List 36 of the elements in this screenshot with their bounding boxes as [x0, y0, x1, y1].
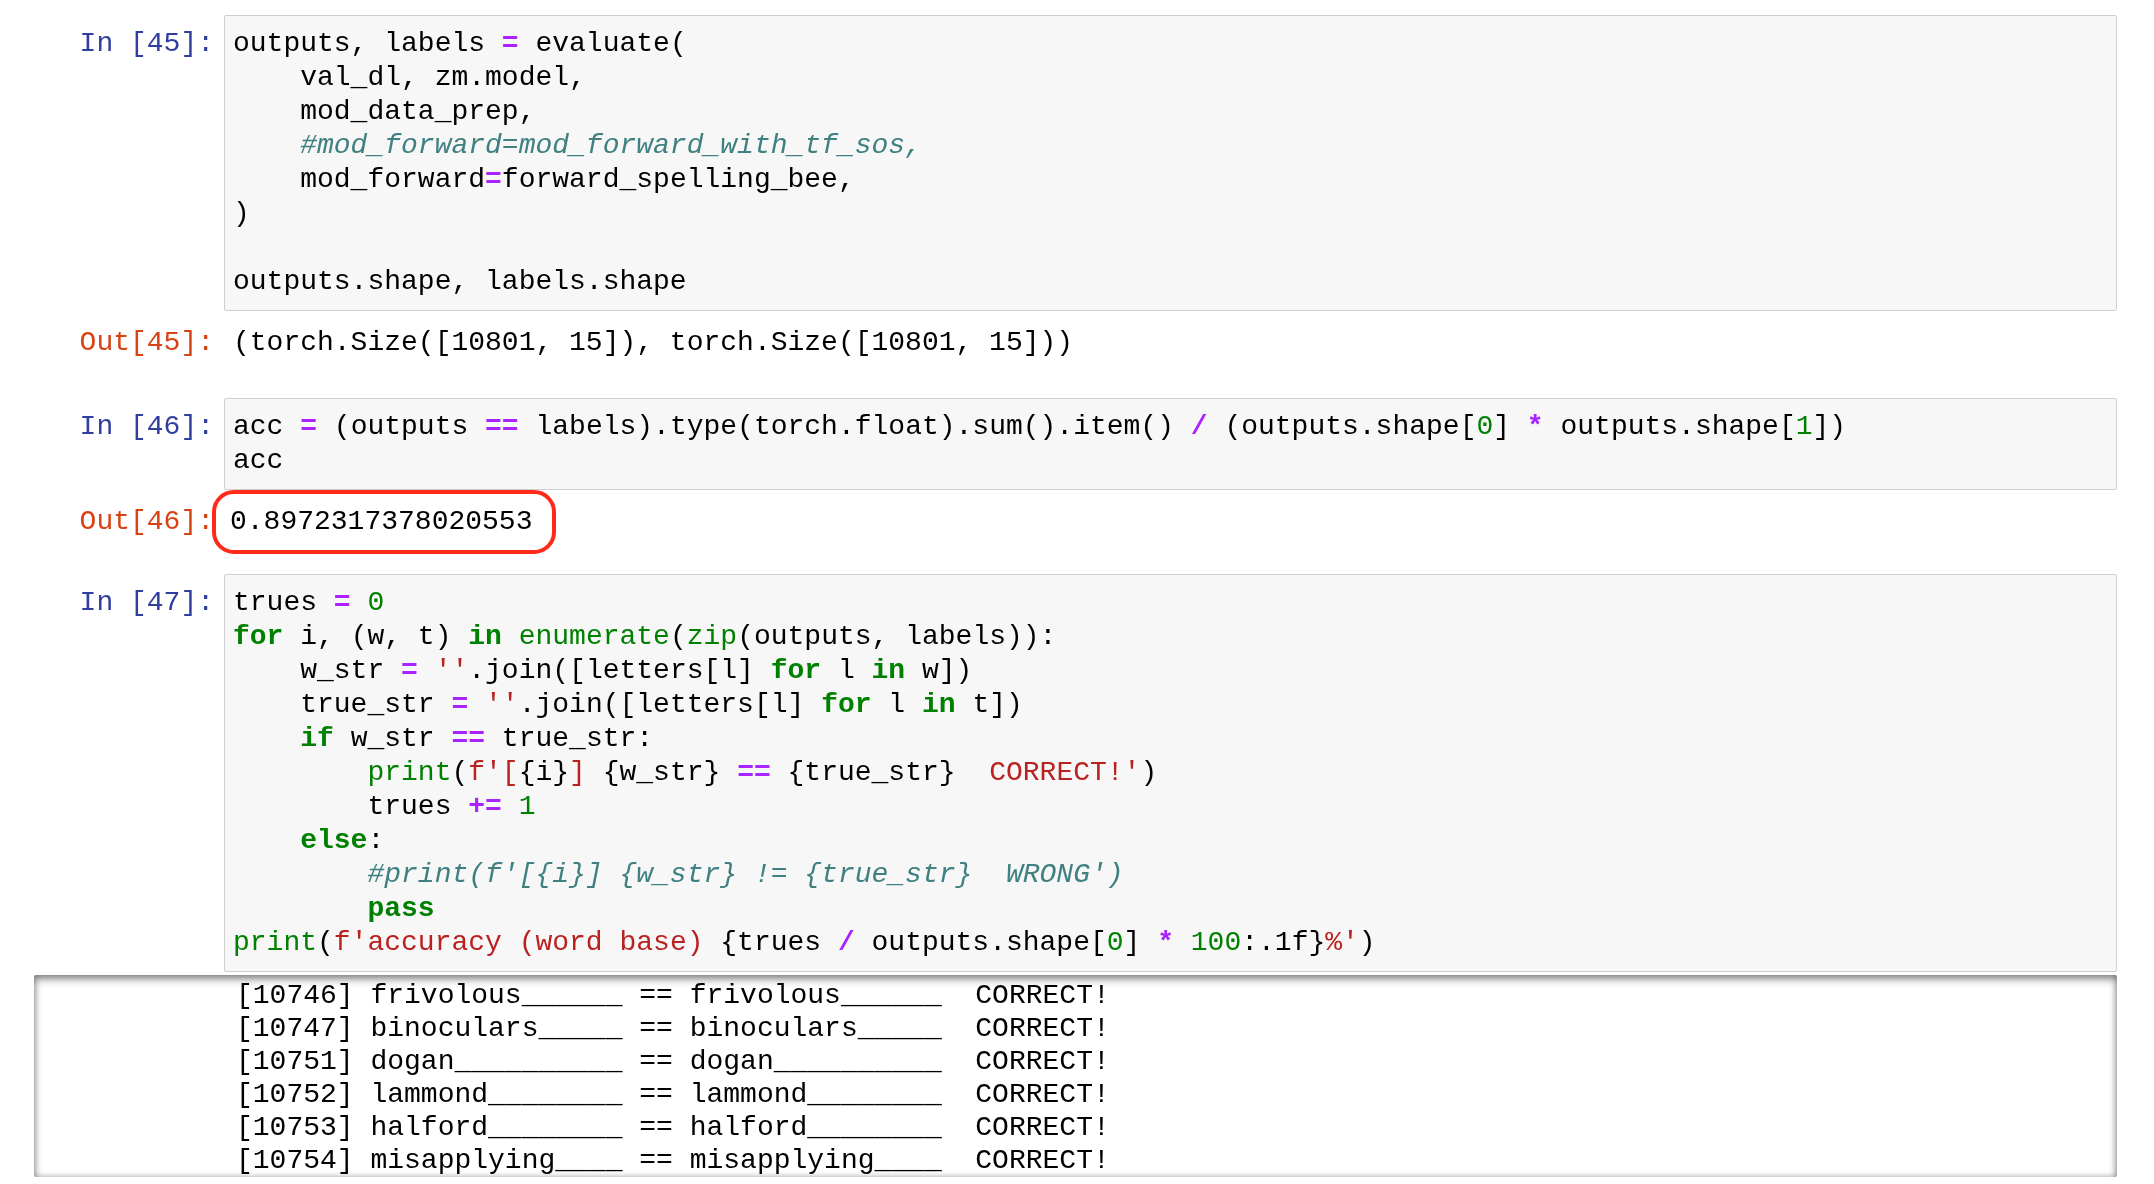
output-line: [10751] dogan__________ == dogan__________ CORRECT! [236, 1045, 1111, 1078]
code-line: print(f'accuracy (word base) {trues / outputs.shape[0] * 100:.1f}%') [233, 926, 1377, 960]
code-line: mod_data_prep, [299, 95, 537, 129]
code-line: #mod_forward=mod_forward_with_tf_sos, [299, 129, 923, 163]
code-cell[interactable] [224, 574, 2117, 972]
code-line: ) [233, 197, 251, 231]
code-line: val_dl, zm.model, [299, 61, 587, 95]
output-line: [10754] misapplying____ == misapplying____ CORRECT! [236, 1144, 1111, 1177]
code-cell[interactable]: outputs, labels = evaluate( val_dl, zm.model, mod_data_prep, #mod_forward=mod_forward_with_tf_sos, mod_forward=forward_spelling_bee, ) outputs.shape, labels.shape [224, 15, 2117, 311]
code-line: else: [299, 824, 386, 858]
code-line: acc = (outputs == labels).type(torch.float).sum().item() / (outputs.shape[0] * outputs.shape[1]) [233, 410, 1848, 444]
input-prompt: In [47]: [78, 586, 215, 620]
output-line: [10746] frivolous______ == frivolous______ CORRECT! [236, 979, 1111, 1012]
code-line: true_str = ''.join([letters[l] for l in t]) [299, 688, 1024, 722]
output-line: [10747] binoculars_____ == binoculars_____ CORRECT! [236, 1012, 1111, 1045]
code-line: trues += 1 [366, 790, 537, 824]
output-prompt: Out[46]: [78, 505, 215, 539]
output-prompt: Out[45]: [78, 326, 215, 360]
code-line: acc [233, 444, 285, 478]
highlighted-output: 0.8972317378020553 [212, 490, 557, 554]
input-prompt: In [45]: [78, 27, 215, 61]
output-line: [10752] lammond________ == lammond________ CORRECT! [236, 1078, 1111, 1111]
code-line: if w_str == true_str: [299, 722, 655, 756]
code-line: pass [366, 892, 436, 926]
code-cell[interactable]: acc = (outputs == labels).type(torch.float).sum().item() / (outputs.shape[0] * outputs.shape[1]) acc [224, 398, 2117, 490]
code-line: outputs.shape, labels.shape [233, 265, 688, 299]
output-line: [10753] halford________ == halford________ CORRECT! [236, 1111, 1111, 1144]
code-line: trues = 0 [233, 586, 386, 620]
code-line: outputs, labels = evaluate( [233, 27, 688, 61]
code-line: print(f'[{i}] {w_str} == {true_str} CORRECT!') [366, 756, 1159, 790]
code-line: w_str = ''.join([letters[l] for l in w]) [299, 654, 974, 688]
code-line: mod_forward=forward_spelling_bee, [299, 163, 856, 197]
code-line: #print(f'[{i}] {w_str} != {true_str} WRONG') [366, 858, 1125, 892]
input-prompt: In [46]: [78, 410, 215, 444]
code-line: for i, (w, t) in enumerate(zip(outputs, labels)): [233, 620, 1058, 654]
output-text: (torch.Size([10801, 15]), torch.Size([10801, 15])) [232, 326, 1074, 360]
